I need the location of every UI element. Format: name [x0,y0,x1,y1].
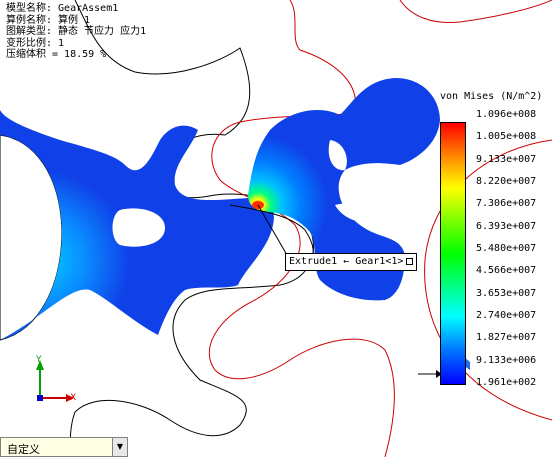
legend-tick-label: 3.653e+007 [476,287,537,299]
legend-tick-label: 1.827e+007 [476,332,537,344]
legend-tick-label: 9.133e+006 [476,354,537,366]
legend-tick-label: 8.220e+007 [476,176,537,187]
compression-volume: 压缩体积 = 18.59 % [6,49,107,60]
legend-tick-label: 9.133e+007 [476,153,537,165]
legend-tick-label: 5.480e+007 [476,243,537,254]
study-name: 算例名称: 算例 1 [6,14,91,26]
callout-handle-icon[interactable] [406,257,414,265]
top-right-arc [399,0,552,24]
part-callout[interactable]: Extrude1 ← Gear1<1> [285,253,418,271]
legend-tick-label: 6.393e+007 [476,220,537,232]
legend-tick-label: 7.306e+007 [476,198,537,210]
view-orientation-dropdown[interactable]: 自定义 ▼ [0,437,128,457]
legend-title: von Mises (N/m^2) [440,91,543,102]
triad-y-label: Y [36,355,42,365]
legend-tick-label: 4.566e+007 [476,265,537,277]
dropdown-value: 自定义 [7,443,40,456]
deformation-scale: 变形比例: 1 [6,37,65,49]
legend-tick-label: 2.740e+007 [476,310,537,321]
callout-label: Extrude1 ← Gear1<1> [289,256,404,267]
legend-tick-label: 1.005e+008 [476,131,537,143]
triad-x-label: X [70,393,77,403]
legend-tick-label: 1.961e+002 [476,377,537,388]
graphics-viewport[interactable]: 模型名称: GearAssem1 算例名称: 算例 1 图解类型: 静态 节应力… [0,0,552,457]
legend-tick-label: 1.096e+008 [476,109,537,120]
study-info: 模型名称: GearAssem1 算例名称: 算例 1 图解类型: 静态 节应力… [6,3,146,61]
coordinate-triad[interactable] [36,360,74,402]
model-name: 模型名称: GearAssem1 [6,3,119,14]
color-scale-bar [440,122,466,385]
plot-type: 图解类型: 静态 节应力 应力1 [6,26,147,37]
chevron-down-icon[interactable]: ▼ [112,438,127,456]
